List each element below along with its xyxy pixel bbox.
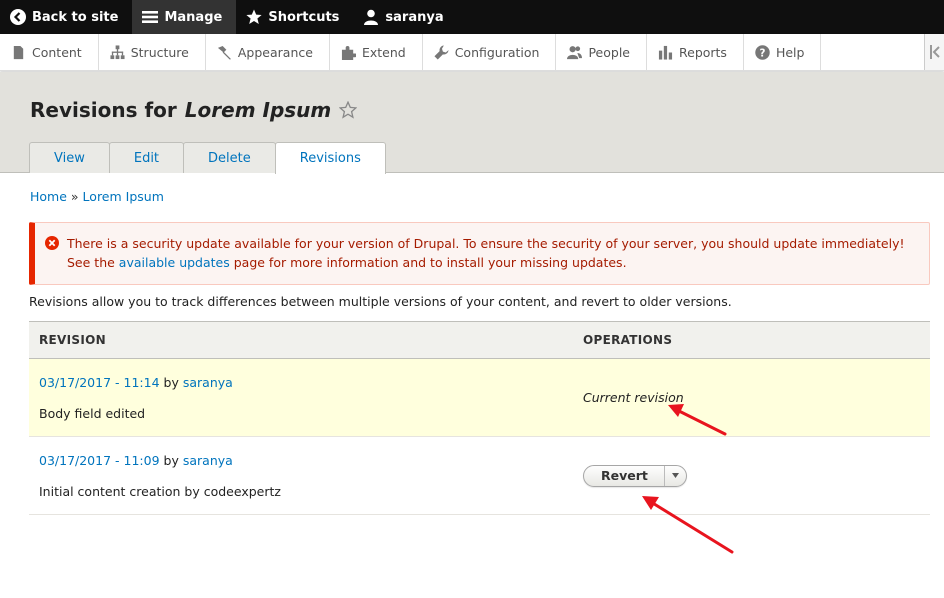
revisions-table: REVISION OPERATIONS 03/17/2017 - 11:14 b… — [29, 321, 930, 515]
wrench-icon — [434, 44, 449, 60]
error-message-text: There is a security update available for… — [67, 234, 927, 272]
sitemap-icon — [110, 44, 125, 59]
table-header-row: REVISION OPERATIONS — [29, 321, 930, 359]
breadcrumb: Home » Lorem Ipsum — [30, 189, 164, 204]
tray-item-label: Help — [775, 44, 805, 60]
table-row: 03/17/2017 - 11:09 by saranya Initial co… — [29, 436, 930, 515]
column-header-operations: OPERATIONS — [573, 321, 930, 359]
tray-item-appearance[interactable]: Appearance — [206, 34, 330, 70]
revision-cell: 03/17/2017 - 11:14 by saranya Body field… — [29, 358, 573, 437]
error-icon — [45, 236, 59, 250]
revision-author-link[interactable]: saranya — [183, 375, 233, 390]
tab-view[interactable]: View — [29, 142, 110, 173]
page-title-node: Lorem Ipsum — [184, 98, 332, 122]
revision-log-message: Body field edited — [39, 405, 146, 421]
tray-item-structure[interactable]: Structure — [99, 34, 206, 70]
tray-item-reports[interactable]: Reports — [647, 34, 744, 70]
admin-tray: Content Structure Appearance Extend Conf… — [0, 34, 944, 71]
user-label: saranya — [385, 9, 444, 25]
back-to-site-link[interactable]: Back to site — [0, 0, 132, 34]
tray-item-people[interactable]: People — [556, 34, 647, 70]
operations-cell: Revert — [573, 436, 930, 515]
revision-by: by — [163, 374, 179, 390]
manage-label: Manage — [164, 9, 223, 25]
current-revision-label: Current revision — [583, 390, 684, 405]
puzzle-icon — [341, 45, 356, 60]
chevron-left-icon — [929, 45, 940, 59]
shortcuts-tab[interactable]: Shortcuts — [236, 0, 353, 34]
operations-cell: Current revision — [573, 358, 930, 437]
manage-tab[interactable]: Manage — [132, 0, 237, 34]
tab-delete[interactable]: Delete — [183, 142, 276, 173]
tray-item-help[interactable]: ? Help — [744, 34, 822, 70]
tray-item-label: Appearance — [237, 44, 313, 60]
local-tasks: View Edit Delete Revisions — [29, 142, 386, 174]
revision-meta: 03/17/2017 - 11:09 by saranya — [39, 453, 563, 468]
revert-button[interactable]: Revert — [584, 466, 664, 486]
shortcuts-label: Shortcuts — [268, 9, 340, 25]
tab-edit[interactable]: Edit — [108, 142, 185, 173]
star-icon — [246, 9, 262, 24]
people-icon — [567, 45, 583, 59]
breadcrumb-node-link[interactable]: Lorem Ipsum — [83, 189, 164, 204]
dropbutton-toggle[interactable] — [663, 465, 686, 486]
revision-cell: 03/17/2017 - 11:09 by saranya Initial co… — [29, 436, 573, 515]
breadcrumb-separator: » — [70, 189, 79, 204]
admin-toolbar: Back to site Manage Shortcuts saranya — [0, 0, 944, 34]
tray-item-label: Structure — [130, 44, 189, 60]
hamburger-icon — [142, 11, 159, 23]
user-tab[interactable]: saranya — [353, 0, 457, 34]
tray-item-extend[interactable]: Extend — [330, 34, 423, 70]
back-arrow-icon — [10, 9, 26, 25]
tray-item-label: Content — [32, 44, 82, 60]
tray-item-label: Extend — [361, 44, 406, 60]
revision-log-message: Initial content creation by codeexpertz — [39, 483, 281, 499]
breadcrumb-home-link[interactable]: Home — [30, 189, 67, 204]
user-icon — [364, 9, 379, 25]
tray-item-label: People — [588, 44, 630, 60]
revisions-intro: Revisions allow you to track differences… — [29, 294, 732, 309]
tray-item-label: Configuration — [454, 44, 540, 60]
paintbrush-icon — [217, 45, 231, 60]
alert-text-after: page for more information and to install… — [233, 255, 627, 270]
tray-item-label: Reports — [679, 44, 727, 60]
tab-revisions[interactable]: Revisions — [274, 142, 386, 174]
table-row-current: 03/17/2017 - 11:14 by saranya Body field… — [29, 358, 930, 437]
error-message: There is a security update available for… — [29, 222, 930, 285]
page-title-prefix: Revisions for — [30, 98, 177, 122]
back-to-site-label: Back to site — [32, 9, 119, 25]
svg-text:?: ? — [759, 47, 765, 59]
revision-by: by — [163, 452, 179, 468]
revision-author-link[interactable]: saranya — [183, 453, 233, 468]
column-header-revision: REVISION — [29, 321, 573, 359]
file-icon — [13, 45, 24, 59]
revision-date-link[interactable]: 03/17/2017 - 11:09 — [39, 453, 160, 468]
revision-date-link[interactable]: 03/17/2017 - 11:14 — [39, 375, 160, 390]
revert-dropbutton: Revert — [583, 464, 687, 487]
bar-chart-icon — [658, 45, 673, 60]
caret-down-icon — [671, 473, 679, 478]
help-icon: ? — [755, 44, 770, 60]
tray-orientation-toggle[interactable] — [924, 34, 944, 70]
revision-meta: 03/17/2017 - 11:14 by saranya — [39, 375, 563, 390]
tray-item-configuration[interactable]: Configuration — [423, 34, 557, 70]
star-outline-icon[interactable] — [339, 101, 358, 119]
page-title: Revisions for Lorem Ipsum — [30, 98, 358, 122]
available-updates-link[interactable]: available updates — [119, 255, 230, 270]
tray-item-content[interactable]: Content — [0, 34, 99, 70]
